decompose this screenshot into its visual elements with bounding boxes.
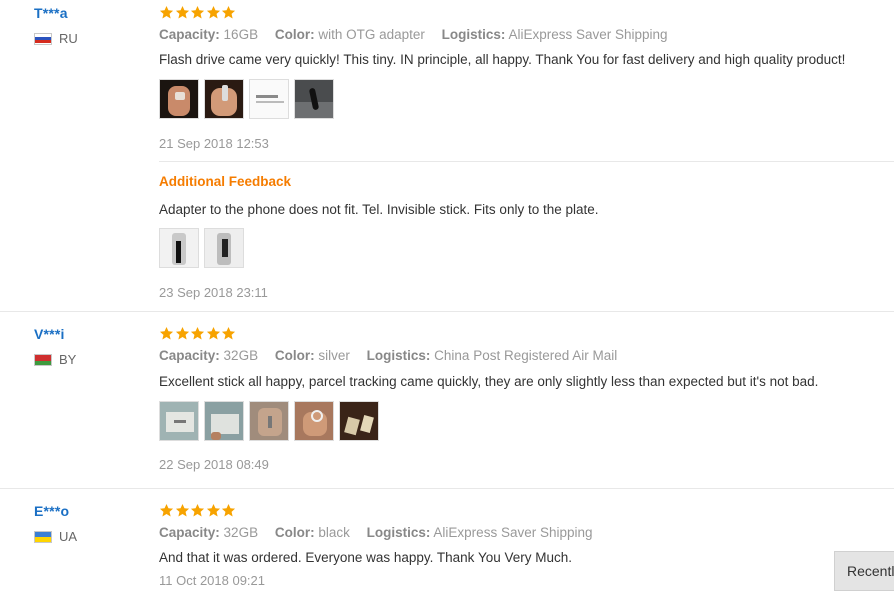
review-photo-thumbnail[interactable] [294, 79, 334, 119]
review-photo-thumbnail[interactable] [339, 401, 379, 441]
review-divider [0, 488, 894, 489]
review-date: 11 Oct 2018 09:21 [159, 573, 266, 588]
review-photo-thumbnail[interactable] [204, 401, 244, 441]
star-rating [159, 326, 237, 341]
star-rating [159, 503, 237, 518]
logistics-label: Logistics: [366, 348, 431, 363]
logistics-value: AliExpress Saver Shipping [433, 525, 593, 540]
reviewer-country: RU [34, 31, 78, 46]
country-code: BY [59, 352, 77, 367]
color-label: Color: [274, 348, 315, 363]
capacity-value: 32GB [223, 348, 259, 363]
star-icon [221, 5, 237, 20]
star-icon [159, 326, 175, 341]
star-icon [159, 503, 175, 518]
additional-feedback-text: Adapter to the phone does not fit. Tel. … [159, 202, 599, 217]
color-label: Color: [274, 27, 315, 42]
star-icon [206, 326, 222, 341]
flag-by-icon [34, 353, 52, 366]
logistics-label: Logistics: [441, 27, 506, 42]
review-photo-thumbnail[interactable] [249, 79, 289, 119]
review-photo-thumbnail[interactable] [159, 228, 199, 268]
order-info: Capacity: 32GB Color: black Logistics: A… [159, 525, 606, 540]
star-icon [190, 5, 206, 20]
review-photo-thumbnail[interactable] [204, 228, 244, 268]
review-photo-thumbnail[interactable] [159, 401, 199, 441]
capacity-label: Capacity: [159, 525, 220, 540]
divider [159, 161, 894, 162]
reviewer-name: T***a [34, 5, 68, 21]
review-photos [159, 79, 334, 119]
review-text: And that it was ordered. Everyone was ha… [159, 550, 572, 565]
review-photo-thumbnail[interactable] [249, 401, 289, 441]
star-rating [159, 5, 237, 20]
country-code: RU [59, 31, 78, 46]
review-photos [159, 401, 379, 441]
star-icon [175, 503, 191, 518]
recently-viewed-tab[interactable]: Recently Viewed [834, 551, 894, 591]
logistics-value: AliExpress Saver Shipping [508, 27, 668, 42]
star-icon [206, 503, 222, 518]
additional-feedback-photos [159, 228, 244, 268]
review-text: Flash drive came very quickly! This tiny… [159, 52, 846, 67]
additional-feedback-date: 23 Sep 2018 23:11 [159, 285, 268, 300]
star-icon [175, 326, 191, 341]
order-info: Capacity: 32GB Color: silver Logistics: … [159, 348, 630, 363]
review-divider [0, 311, 894, 312]
country-code: UA [59, 529, 78, 544]
logistics-label: Logistics: [366, 525, 431, 540]
star-icon [175, 5, 191, 20]
review-photo-thumbnail[interactable] [204, 79, 244, 119]
reviewer-name: V***i [34, 326, 65, 342]
star-icon [190, 326, 206, 341]
order-info: Capacity: 16GB Color: with OTG adapter L… [159, 27, 681, 42]
reviewer-country: UA [34, 529, 77, 544]
review-photo-thumbnail[interactable] [294, 401, 334, 441]
capacity-label: Capacity: [159, 348, 220, 363]
additional-feedback-title: Additional Feedback [159, 174, 292, 189]
logistics-value: China Post Registered Air Mail [434, 348, 618, 363]
star-icon [221, 503, 237, 518]
star-icon [190, 503, 206, 518]
review-date: 21 Sep 2018 12:53 [159, 136, 269, 151]
review-text: Excellent stick all happy, parcel tracki… [159, 374, 819, 389]
flag-ru-icon [34, 32, 52, 45]
star-icon [159, 5, 175, 20]
star-icon [206, 5, 222, 20]
review-date: 22 Sep 2018 08:49 [159, 457, 269, 472]
color-value: silver [318, 348, 350, 363]
capacity-value: 16GB [223, 27, 259, 42]
color-value: black [318, 525, 350, 540]
star-icon [221, 326, 237, 341]
review-photo-thumbnail[interactable] [159, 79, 199, 119]
color-label: Color: [274, 525, 315, 540]
color-value: with OTG adapter [318, 27, 425, 42]
capacity-value: 32GB [223, 525, 259, 540]
reviewer-country: BY [34, 352, 76, 367]
reviewer-name: E***o [34, 503, 70, 519]
capacity-label: Capacity: [159, 27, 220, 42]
flag-ua-icon [34, 530, 52, 543]
